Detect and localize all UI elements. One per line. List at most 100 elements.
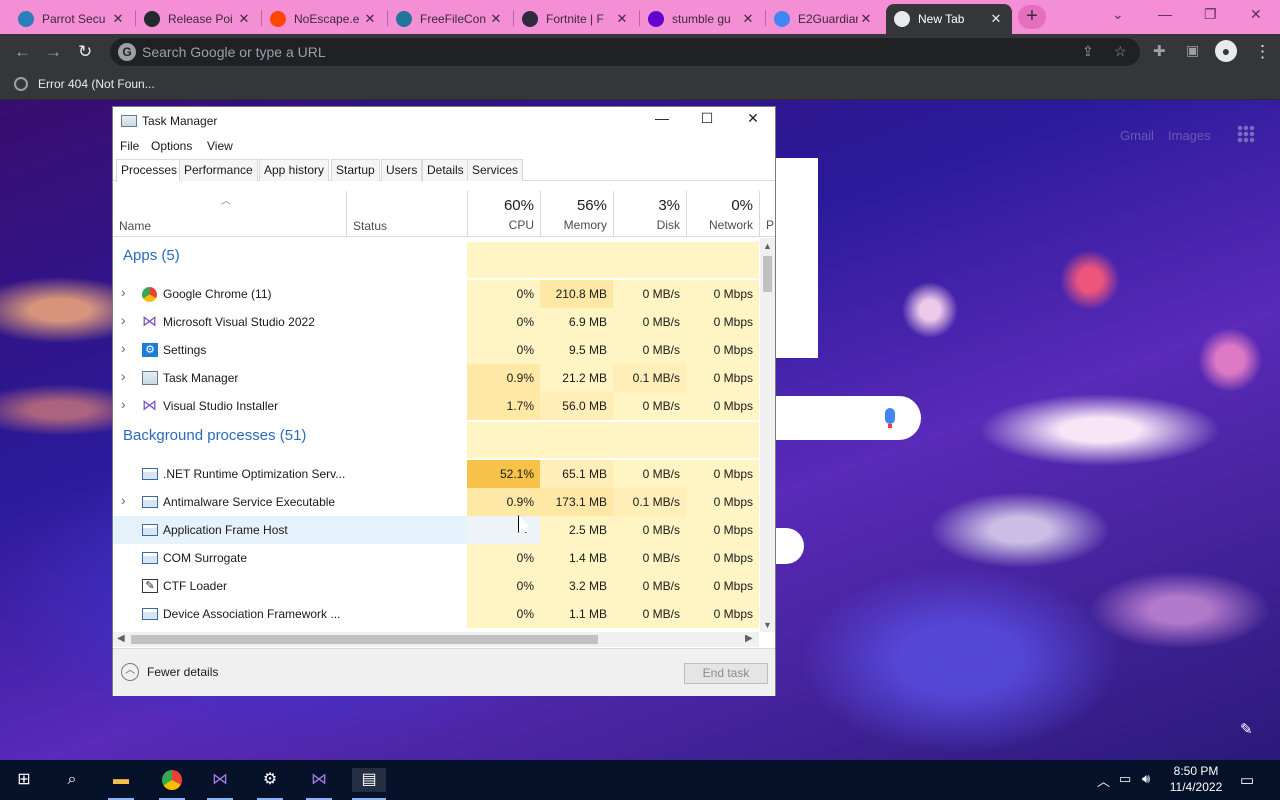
search-icon[interactable]: ⌕ xyxy=(59,768,85,792)
column-power[interactable]: P xyxy=(759,191,775,237)
fewer-details-button[interactable]: ︿ Fewer details xyxy=(121,663,218,681)
bookmark-item[interactable]: Error 404 (Not Foun... xyxy=(14,77,155,91)
process-row[interactable]: › ⋈ Visual Studio Installer 1.7% 56.0 MB 0 MB… xyxy=(113,392,759,420)
tm-close-button[interactable]: ✕ xyxy=(738,110,768,127)
process-row[interactable]: .NET Runtime Optimization Serv... 52.1% 65… xyxy=(113,460,759,488)
process-row[interactable]: › Google Chrome (11) 0% 210.8 MB 0 MB/s 0 Mbp… xyxy=(113,280,759,308)
extensions-puzzle-icon[interactable]: ✚ xyxy=(1153,42,1166,60)
column-cpu[interactable]: 60% CPU xyxy=(467,191,540,237)
menu-options[interactable]: Options xyxy=(151,139,192,153)
profile-avatar-icon[interactable]: ● xyxy=(1215,40,1237,62)
browser-tab[interactable]: Fortnite | F ✕ xyxy=(514,4,638,34)
tab-processes[interactable]: Processes xyxy=(116,159,183,182)
tab-users[interactable]: Users xyxy=(381,159,423,181)
process-row[interactable]: › ⋈ Microsoft Visual Studio 2022 0% 6.9 MB 0 … xyxy=(113,308,759,336)
process-row[interactable]: › Task Manager 0.9% 21.2 MB 0.1 MB/s 0 Mbps xyxy=(113,364,759,392)
expand-chevron-icon[interactable]: › xyxy=(121,492,126,508)
process-row[interactable]: › ⚙ Settings 0% 9.5 MB 0 MB/s 0 Mbps xyxy=(113,336,759,364)
process-row[interactable]: Application Frame Host 2.5 MB 0 MB/s 0 Mbps xyxy=(113,516,759,544)
volume-icon[interactable]: 🔊︎ xyxy=(1142,771,1150,787)
window-minimize-button[interactable]: — xyxy=(1158,6,1172,22)
browser-tab[interactable]: Release Poi ✕ xyxy=(136,4,260,34)
close-tab-icon[interactable]: ✕ xyxy=(236,11,252,27)
expand-chevron-icon[interactable]: › xyxy=(121,368,126,384)
visual-studio-icon[interactable]: ⋈ xyxy=(306,768,332,800)
tab-services[interactable]: Services xyxy=(467,159,524,181)
visual-studio-icon[interactable]: ⋈ xyxy=(207,768,233,800)
network-icon[interactable]: ▭ xyxy=(1119,771,1131,787)
browser-tab[interactable]: New Tab ✕ xyxy=(886,4,1012,34)
column-memory[interactable]: 56% Memory xyxy=(540,191,613,237)
tm-minimize-button[interactable]: — xyxy=(647,110,677,126)
side-panel-icon[interactable]: ▣ xyxy=(1186,42,1199,59)
scroll-up-arrow-icon[interactable]: ▲ xyxy=(763,241,772,251)
horizontal-scroll-thumb[interactable] xyxy=(131,635,598,644)
close-tab-icon[interactable]: ✕ xyxy=(614,11,630,27)
customize-pencil-icon[interactable]: ✎ xyxy=(1240,720,1253,738)
browser-tab[interactable]: NoEscape.e ✕ xyxy=(262,4,386,34)
show-hidden-icons-chevron-icon[interactable]: ︿ xyxy=(1097,771,1110,790)
browser-tab[interactable]: stumble gu ✕ xyxy=(640,4,764,34)
tm-maximize-button[interactable]: ☐ xyxy=(692,110,722,127)
settings-icon[interactable]: ⚙ xyxy=(257,768,283,800)
close-tab-icon[interactable]: ✕ xyxy=(110,11,126,27)
vertical-scrollbar[interactable]: ▲ ▼ xyxy=(760,238,775,632)
tab-app-history[interactable]: App history xyxy=(259,159,330,181)
expand-chevron-icon[interactable]: › xyxy=(121,396,126,412)
horizontal-scrollbar[interactable]: ◀ ▶ xyxy=(113,632,759,647)
forward-arrow-icon[interactable]: → xyxy=(45,42,62,62)
column-network[interactable]: 0% Network xyxy=(686,191,759,237)
tab-details[interactable]: Details xyxy=(422,159,469,181)
browser-tab[interactable]: FreeFileCon ✕ xyxy=(388,4,512,34)
process-group-header[interactable]: Background processes (51) xyxy=(113,422,759,458)
process-row[interactable]: ✎ CTF Loader 0% 3.2 MB 0 MB/s 0 Mbps xyxy=(113,572,759,600)
gmail-link[interactable]: Gmail xyxy=(1120,128,1154,143)
process-group-header[interactable]: Apps (5) xyxy=(113,242,759,278)
scroll-right-arrow-icon[interactable]: ▶ xyxy=(745,633,753,644)
expand-chevron-icon[interactable]: › xyxy=(121,340,126,356)
menu-file[interactable]: File xyxy=(120,139,139,153)
notifications-icon[interactable]: ▭ xyxy=(1240,771,1254,789)
process-row[interactable]: COM Surrogate 0% 1.4 MB 0 MB/s 0 Mbps xyxy=(113,544,759,572)
google-apps-icon[interactable] xyxy=(1237,125,1255,143)
expand-chevron-icon[interactable]: › xyxy=(121,284,126,300)
ntp-search-box[interactable] xyxy=(776,396,921,440)
tab-performance[interactable]: Performance xyxy=(179,159,258,181)
start-icon[interactable]: ⊞ xyxy=(11,768,37,792)
column-status[interactable]: Status xyxy=(346,191,467,237)
scroll-down-arrow-icon[interactable]: ▼ xyxy=(763,620,772,630)
task-manager-titlebar[interactable]: Task Manager — ☐ ✕ xyxy=(113,107,775,135)
browser-tab[interactable]: E2Guardian ✕ xyxy=(766,4,882,34)
address-bar[interactable]: G Search Google or type a URL ⇪ ☆ xyxy=(110,38,1140,66)
expand-chevron-icon[interactable]: › xyxy=(121,312,126,328)
task-manager-icon[interactable]: ▤ xyxy=(352,768,386,800)
column-disk[interactable]: 3% Disk xyxy=(613,191,686,237)
scroll-left-arrow-icon[interactable]: ◀ xyxy=(117,633,125,644)
window-close-button[interactable]: ✕ xyxy=(1250,6,1262,23)
tab-search-chevron-icon[interactable]: ⌄ xyxy=(1112,6,1124,23)
process-row[interactable]: Device Association Framework ... 0% 1.1 MB… xyxy=(113,600,759,628)
close-tab-icon[interactable]: ✕ xyxy=(740,11,756,27)
system-clock[interactable]: 8:50 PM 11/4/2022 xyxy=(1168,763,1224,795)
chrome-menu-icon[interactable]: ⋮ xyxy=(1254,42,1271,62)
process-row[interactable]: › Antimalware Service Executable 0.9% 173.1… xyxy=(113,488,759,516)
back-arrow-icon[interactable]: ← xyxy=(14,42,31,62)
browser-tab[interactable]: Parrot Secu ✕ xyxy=(10,4,134,34)
images-link[interactable]: Images xyxy=(1168,128,1211,143)
window-restore-button[interactable]: ❐ xyxy=(1204,6,1217,23)
close-tab-icon[interactable]: ✕ xyxy=(488,11,504,27)
microphone-icon[interactable] xyxy=(885,408,895,424)
column-name[interactable]: Name xyxy=(119,219,151,233)
file-explorer-icon[interactable]: ▬ xyxy=(108,768,134,800)
close-tab-icon[interactable]: ✕ xyxy=(858,11,874,27)
end-task-button[interactable]: End task xyxy=(684,663,768,684)
share-icon[interactable]: ⇪ xyxy=(1082,43,1094,60)
close-tab-icon[interactable]: ✕ xyxy=(988,11,1004,27)
reload-icon[interactable]: ↻ xyxy=(78,42,92,62)
vertical-scroll-thumb[interactable] xyxy=(763,256,772,292)
chrome-icon[interactable] xyxy=(159,768,185,800)
tab-startup[interactable]: Startup xyxy=(331,159,380,181)
close-tab-icon[interactable]: ✕ xyxy=(362,11,378,27)
menu-view[interactable]: View xyxy=(207,139,233,153)
bookmark-star-icon[interactable]: ☆ xyxy=(1114,43,1127,60)
